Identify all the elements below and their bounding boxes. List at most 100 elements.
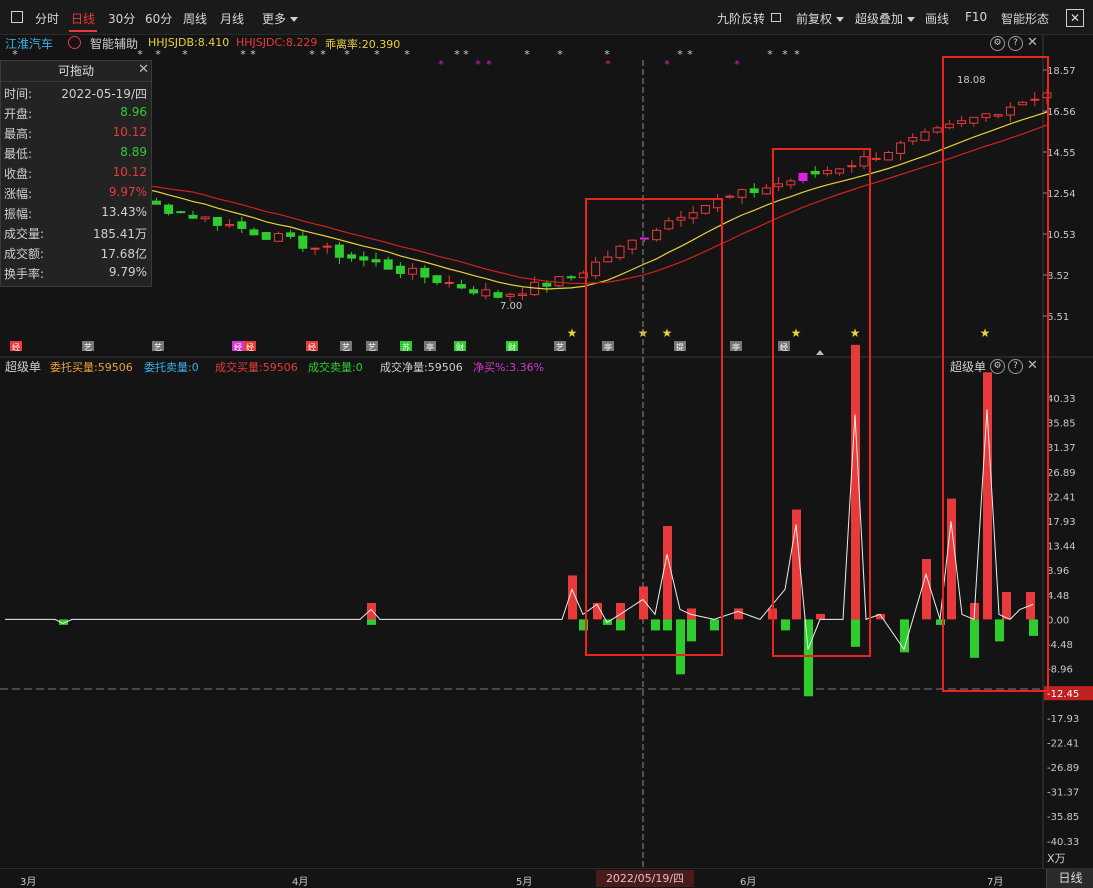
info-key: 最低:	[4, 147, 33, 161]
sell-bar	[710, 619, 719, 631]
candle-body	[847, 165, 857, 168]
star-mark: *	[486, 58, 492, 71]
info-key: 涨幅:	[4, 187, 33, 201]
sell-bar	[616, 619, 625, 631]
candle-body	[676, 216, 686, 221]
candle-body	[688, 212, 698, 219]
candle-body	[359, 256, 369, 261]
candle-body	[859, 156, 869, 167]
star-mark: *	[438, 58, 444, 71]
time-axis: 3月 4月 5月 6月 7月 2022/05/19/四 日线	[0, 868, 1093, 888]
sub-tick-label: 22.41	[1047, 492, 1076, 503]
settings-icon[interactable]: ⚙	[990, 359, 1005, 374]
period-button[interactable]: 日线	[1046, 869, 1093, 888]
info-value: 185.41万	[93, 227, 147, 241]
month-label: 7月	[987, 877, 1004, 888]
candle-body	[969, 116, 979, 124]
info-value: 8.96	[120, 105, 147, 119]
candle-body	[896, 142, 906, 154]
price-tick-label: 6.51	[1047, 312, 1069, 323]
star-mark: *	[182, 48, 188, 61]
star-mark: *	[463, 48, 469, 61]
info-row: 时间: 2022-05-19/四	[4, 85, 147, 103]
star-mark: *	[475, 58, 481, 71]
star-mark: *	[240, 48, 246, 61]
candle-body	[1030, 98, 1040, 101]
order-sell: 委托卖量:0	[144, 361, 199, 374]
candle-body	[273, 232, 283, 242]
candle-body	[395, 265, 405, 274]
candle-body	[993, 114, 1003, 117]
candle-body	[237, 221, 247, 229]
sub-indicator-header: 超级单 委托买量:59506 委托卖量:0 成交买量:59506 成交卖量:0 …	[0, 358, 1093, 374]
sell-bar	[676, 619, 685, 675]
low-label: 7.00	[500, 301, 522, 312]
price-tick-label: 8.52	[1047, 271, 1069, 282]
candle-body	[713, 198, 723, 209]
sub-indicator-right-name[interactable]: 超级单	[950, 358, 986, 375]
event-tag-label: 艺	[368, 343, 376, 352]
candle-body	[188, 214, 198, 219]
candle-body	[225, 224, 235, 227]
ma-red-line	[9, 124, 1048, 285]
candle-body	[371, 259, 381, 263]
sub-tick-label: -8.96	[1047, 665, 1073, 676]
candle-body	[932, 127, 942, 133]
event-tag-label: 经	[234, 342, 242, 352]
info-row: 涨幅: 9.97%	[4, 185, 147, 203]
sub-indicator-name[interactable]: 超级单	[5, 358, 41, 375]
candle-body	[469, 289, 479, 294]
candle-body	[798, 172, 808, 182]
candle-body	[554, 276, 564, 287]
price-tick-label: 10.53	[1047, 230, 1076, 241]
yellow-star: ★	[850, 326, 861, 340]
sub-tick-label: -4.48	[1047, 640, 1073, 651]
candle-body	[212, 216, 222, 226]
star-mark: *	[664, 58, 670, 71]
deal-net: 成交净量:59506	[380, 361, 463, 374]
month-label: 4月	[292, 877, 309, 888]
candle-body	[957, 120, 967, 125]
net-volume-line	[5, 409, 1034, 651]
sell-bar	[663, 619, 672, 631]
candle-body	[298, 235, 308, 249]
price-tick-label: 18.57	[1047, 66, 1076, 77]
event-tag-label: 艺	[84, 343, 92, 352]
candle-body	[444, 281, 454, 284]
close-icon[interactable]: ✕	[138, 60, 149, 80]
candle-body	[908, 137, 918, 142]
star-mark: *	[155, 48, 161, 61]
info-value: 10.12	[112, 125, 147, 139]
candle-body	[383, 259, 393, 270]
candle-body	[749, 188, 759, 194]
sub-unit-label: X万	[1047, 852, 1066, 865]
info-panel[interactable]: 可拖动 ✕ 时间: 2022-05-19/四 开盘: 8.96 最高: 10.12 最低: 8…	[0, 60, 152, 287]
info-value: 17.68亿	[100, 247, 147, 261]
price-tick-label: 12.54	[1047, 189, 1076, 200]
event-tag-label: 财	[456, 342, 464, 352]
deal-sell: 成交卖量:0	[308, 361, 363, 374]
sub-tick-label: -31.37	[1047, 788, 1079, 799]
candle-body	[566, 276, 576, 279]
buy-bar	[947, 498, 956, 620]
sell-bar	[1029, 619, 1038, 636]
star-mark: *	[677, 48, 683, 61]
info-value: 9.97%	[108, 185, 147, 199]
candle-body	[517, 293, 527, 296]
star-mark: *	[524, 48, 530, 61]
close-icon[interactable]: ✕	[1027, 358, 1038, 373]
kline-chart[interactable]: 18.57 16.56 14.55 12.54 10.53 8.52 6.51 18.08 7.…	[0, 0, 1093, 887]
info-row: 收盘: 10.12	[4, 165, 147, 183]
sub-tick-label: 35.85	[1047, 419, 1076, 430]
net-buy-pct: 净买%:3.36%	[473, 361, 545, 374]
candle-body	[883, 152, 893, 161]
info-panel-header[interactable]: 可拖动 ✕	[1, 61, 151, 82]
buy-bar	[639, 586, 648, 620]
star-mark: *	[250, 48, 256, 61]
info-key: 换手率:	[4, 267, 45, 281]
month-label: 5月	[516, 877, 533, 888]
help-icon[interactable]: ?	[1008, 359, 1023, 374]
star-mark: *	[557, 48, 563, 61]
candle-body	[761, 187, 771, 195]
price-tick-label: 16.56	[1047, 107, 1076, 118]
